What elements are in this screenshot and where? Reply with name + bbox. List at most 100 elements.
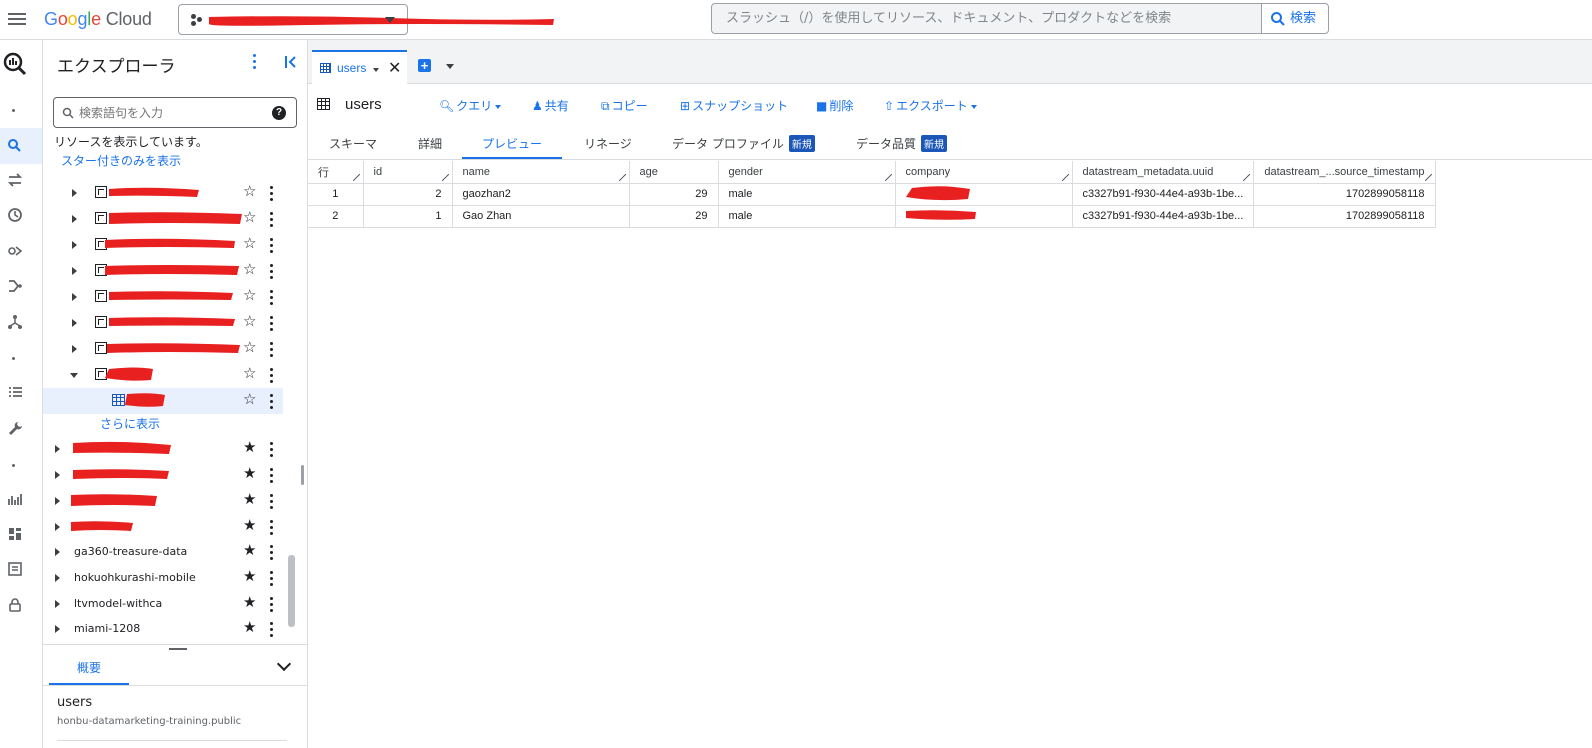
star-filled-icon[interactable]: ★ xyxy=(243,439,256,457)
more-vert-icon[interactable] xyxy=(270,212,274,228)
gender-cell[interactable]: male xyxy=(718,183,896,206)
more-vert-icon[interactable] xyxy=(270,394,274,410)
resize-handle[interactable] xyxy=(169,648,187,650)
column-header-company[interactable]: company xyxy=(895,161,1073,184)
expand-icon[interactable] xyxy=(72,267,77,275)
resize-handle-icon[interactable] xyxy=(1243,173,1251,181)
tree-item-dataset[interactable]: ☆ xyxy=(43,336,283,362)
show-starred-link[interactable]: スター付きのみを表示 xyxy=(61,152,181,169)
id-cell[interactable]: 1 xyxy=(363,205,453,228)
search-icon[interactable] xyxy=(6,137,24,155)
chevron-down-icon[interactable] xyxy=(373,68,379,72)
star-outline-icon[interactable]: ☆ xyxy=(243,287,256,305)
expand-icon[interactable] xyxy=(72,345,77,353)
tab-details[interactable]: 詳細 xyxy=(418,135,442,152)
more-vert-icon[interactable] xyxy=(270,290,274,306)
reservation-icon[interactable] xyxy=(6,560,24,578)
resize-handle-icon[interactable] xyxy=(352,173,360,181)
expand-icon[interactable] xyxy=(55,548,60,556)
column-header-age[interactable]: age xyxy=(629,161,719,184)
star-outline-icon[interactable]: ☆ xyxy=(243,313,256,331)
global-search[interactable] xyxy=(711,3,1262,34)
name-cell[interactable]: Gao Zhan xyxy=(452,205,630,228)
star-filled-icon[interactable]: ★ xyxy=(243,465,256,483)
resize-handle-icon[interactable] xyxy=(884,173,892,181)
collapse-panel-icon[interactable] xyxy=(283,54,299,70)
column-header-gender[interactable]: gender xyxy=(718,161,896,184)
monitoring-icon[interactable] xyxy=(6,490,24,508)
chevron-down-icon[interactable] xyxy=(276,656,292,672)
delete-button[interactable]: ■ 削除 xyxy=(816,97,853,114)
table-row[interactable]: 2 1 Gao Zhan 29 male c3327b91-f930-44e4-… xyxy=(308,205,1436,228)
tree-item-dataset[interactable]: ☆ xyxy=(43,206,283,232)
timestamp-cell[interactable]: 1702899058118 xyxy=(1253,205,1436,228)
tree-item-project[interactable]: ltvmodel-withca ★ xyxy=(43,591,283,617)
analytics-hub-icon[interactable] xyxy=(6,242,24,260)
gender-cell[interactable]: male xyxy=(718,205,896,228)
global-search-input[interactable] xyxy=(712,4,1261,33)
copy-button[interactable]: ⧉ コピー xyxy=(601,97,648,114)
more-vert-icon[interactable] xyxy=(270,316,274,332)
tree-item-project[interactable]: ★ xyxy=(43,488,283,514)
share-button[interactable]: ♟︎ 共有 xyxy=(532,97,569,114)
tab-preview[interactable]: プレビュー xyxy=(482,135,542,152)
more-vert-icon[interactable] xyxy=(270,264,274,280)
star-filled-icon[interactable]: ★ xyxy=(243,491,256,509)
expand-icon[interactable] xyxy=(55,600,60,608)
id-cell[interactable]: 2 xyxy=(363,183,453,206)
expand-icon[interactable] xyxy=(55,574,60,582)
search-button[interactable]: 検索 xyxy=(1261,3,1329,34)
more-vert-icon[interactable] xyxy=(270,622,274,638)
tree-item-project[interactable]: ★ xyxy=(43,462,283,488)
show-more-link[interactable]: さらに表示 xyxy=(100,415,160,432)
expand-icon[interactable] xyxy=(55,523,60,531)
explorer-search[interactable]: ? xyxy=(53,97,297,128)
table-row[interactable]: 1 2 gaozhan2 29 male c3327b91-f930-44e4-… xyxy=(308,183,1436,206)
more-vert-icon[interactable] xyxy=(270,468,274,484)
resize-handle-icon[interactable] xyxy=(441,173,449,181)
more-vert-icon[interactable] xyxy=(253,54,259,70)
more-vert-icon[interactable] xyxy=(270,571,274,587)
uuid-cell[interactable]: c3327b91-f930-44e4-a93b-1be... xyxy=(1072,205,1255,228)
star-filled-icon[interactable]: ★ xyxy=(243,542,256,560)
tab-data-profile[interactable]: データ プロファイル 新規 xyxy=(672,135,815,152)
tab-data-quality[interactable]: データ品質 新規 xyxy=(856,135,948,152)
star-outline-icon[interactable]: ☆ xyxy=(243,339,256,357)
expand-icon[interactable] xyxy=(72,319,77,327)
column-header-id[interactable]: id xyxy=(363,161,453,184)
project-selector[interactable] xyxy=(178,4,554,35)
tree-item-dataset[interactable]: ☆ xyxy=(43,232,283,258)
bigquery-icon[interactable] xyxy=(3,52,27,76)
wrench-icon[interactable] xyxy=(6,419,24,437)
tree-item-project[interactable]: ga360-treasure-data ★ xyxy=(43,539,283,565)
age-cell[interactable]: 29 xyxy=(629,205,719,228)
star-filled-icon[interactable]: ★ xyxy=(243,594,256,612)
timestamp-cell[interactable]: 1702899058118 xyxy=(1253,183,1436,206)
snapshot-button[interactable]: ⊞ スナップショット xyxy=(680,97,788,114)
more-vert-icon[interactable] xyxy=(270,442,274,458)
resize-handle-icon[interactable] xyxy=(618,173,626,181)
tree-item-project[interactable]: miami-1208 ★ xyxy=(43,616,283,642)
tree-item-dataset-expanded[interactable]: ☆ xyxy=(43,362,283,388)
star-outline-icon[interactable]: ☆ xyxy=(243,209,256,227)
star-outline-icon[interactable]: ☆ xyxy=(243,235,256,253)
lock-icon[interactable] xyxy=(6,596,24,614)
column-header-name[interactable]: name xyxy=(452,161,630,184)
tab-users[interactable]: users ✕ xyxy=(312,50,407,84)
star-outline-icon[interactable]: ☆ xyxy=(243,391,256,409)
more-vert-icon[interactable] xyxy=(270,186,274,202)
tab-lineage[interactable]: リネージ xyxy=(584,135,632,152)
more-vert-icon[interactable] xyxy=(270,597,274,613)
company-cell[interactable] xyxy=(895,183,1073,206)
star-outline-icon[interactable]: ☆ xyxy=(243,183,256,201)
close-icon[interactable]: ✕ xyxy=(388,58,401,78)
expand-icon[interactable] xyxy=(72,241,77,249)
star-filled-icon[interactable]: ★ xyxy=(243,619,256,637)
query-button[interactable]: 🔍︎ クエリ xyxy=(439,97,502,114)
column-header-row-number[interactable]: 行 xyxy=(308,161,364,184)
explorer-search-input[interactable] xyxy=(54,98,296,127)
list-icon[interactable] xyxy=(6,383,24,401)
age-cell[interactable]: 29 xyxy=(629,183,719,206)
expand-icon[interactable] xyxy=(55,445,60,453)
export-button[interactable]: ⇧ エクスポート xyxy=(884,97,977,114)
